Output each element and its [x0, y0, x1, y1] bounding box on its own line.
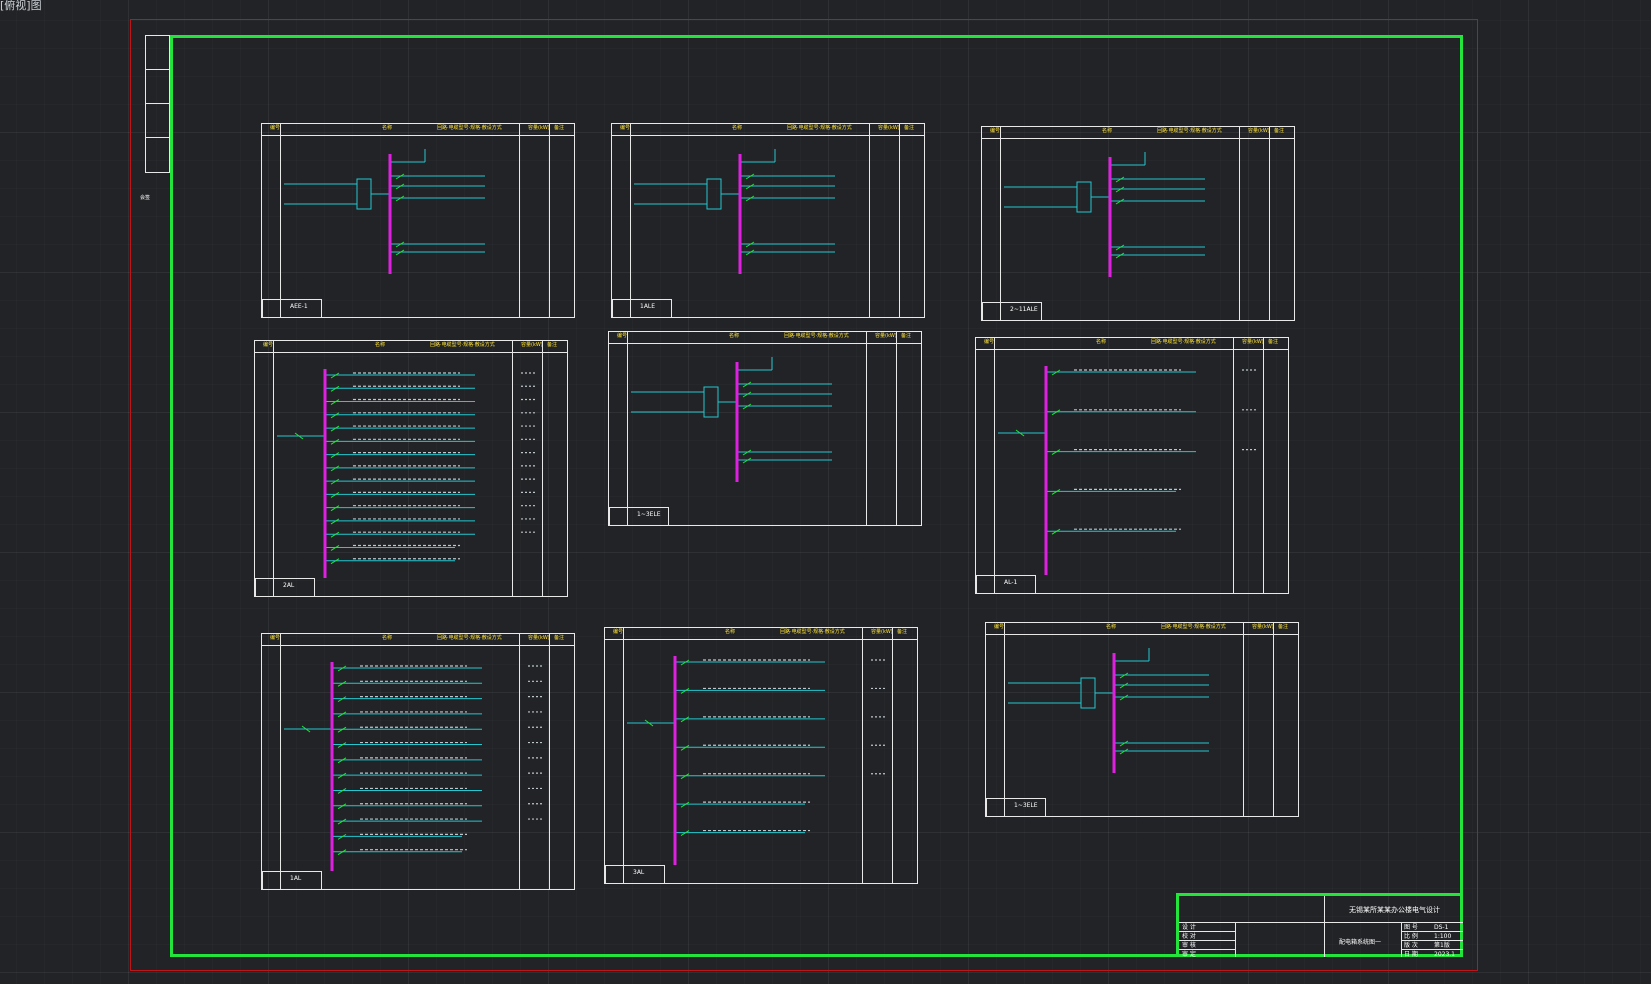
breaker-symbol: [330, 518, 340, 525]
breaker-symbol: [330, 452, 340, 459]
tb-divider: [1324, 896, 1325, 957]
breaker-symbol: [337, 788, 347, 794]
binding-margin-table: [145, 35, 170, 173]
panel-name: 1~3ELE: [637, 511, 661, 518]
distribution-panel-9[interactable]: 编号 名称 回路·电缆型号·规格·敷设方式 容量(kW) 备注 1~3ELE: [985, 622, 1299, 817]
tb-row: 设 计: [1182, 924, 1196, 931]
single-line-diagram: [634, 149, 835, 274]
single-line-diagram: [631, 357, 832, 482]
panel-name: 3AL: [633, 869, 645, 876]
breaker-symbol: [330, 531, 340, 538]
distribution-panel-6[interactable]: 编号 名称 回路·电缆型号·规格·敷设方式 容量(kW) 备注 AL-1: [975, 337, 1289, 594]
tb-divider: [1235, 922, 1236, 957]
ats-switch: [706, 178, 722, 210]
breaker-symbol: [337, 711, 347, 718]
breaker-symbol: [680, 773, 690, 780]
distribution-panel-8[interactable]: 编号 名称 回路·电缆型号·规格·敷设方式 容量(kW) 备注 3AL: [604, 627, 918, 884]
tb-divider: [1179, 931, 1235, 932]
tb-field: 比 例: [1404, 933, 1418, 940]
panel-name: 1ALE: [640, 303, 656, 310]
tb-divider: [1401, 949, 1463, 950]
panel-name: 2AL: [283, 582, 295, 589]
cad-viewport[interactable]: [俯视]图 会签 编号 名称 回路·电缆型号·规格·敷设方式 容量(kW) 备注 AEE-…: [0, 0, 1651, 984]
breaker-symbol: [1051, 528, 1061, 535]
binding-cell: [146, 70, 169, 104]
distribution-panel-4[interactable]: 编号 名称 回路·电缆型号·规格·敷设方式 容量(kW) 备注 2AL: [254, 340, 568, 597]
distribution-panel-1[interactable]: 编号 名称 回路·电缆型号·规格·敷设方式 容量(kW) 备注 AEE-1: [261, 123, 575, 318]
tb-drawing: 配电箱系统图一: [1339, 939, 1382, 946]
breaker-symbol: [1051, 449, 1061, 456]
tb-row: 校 对: [1182, 933, 1196, 940]
tb-field: 图 号: [1404, 924, 1418, 931]
ats-switch: [356, 178, 372, 210]
tb-row: 审 定: [1182, 951, 1196, 958]
panel-name: AEE-1: [290, 303, 308, 310]
binding-cell: [146, 104, 169, 138]
distribution-panel-2[interactable]: 编号 名称 回路·电缆型号·规格·敷设方式 容量(kW) 备注 1ALE: [611, 123, 925, 318]
ats-switch: [1080, 677, 1096, 709]
single-line-diagram: [1004, 152, 1205, 277]
tb-divider: [1179, 922, 1463, 923]
breaker-symbol: [330, 545, 340, 551]
binding-cell: [146, 138, 169, 171]
binding-cell: [146, 36, 169, 70]
tb-divider: [1401, 931, 1463, 932]
breaker-symbol: [330, 438, 340, 445]
panel-name: 1~3ELE: [1014, 802, 1038, 809]
breaker-symbol: [337, 757, 347, 764]
breaker-symbol: [330, 505, 340, 512]
tb-value: DS-1: [1434, 924, 1449, 931]
title-block[interactable]: 无锡某所某某办公楼电气设计 配电箱系统图一 设 计 校 对 审 核 审 定 图 …: [1176, 893, 1463, 958]
distribution-panel-3[interactable]: 编号 名称 回路·电缆型号·规格·敷设方式 容量(kW) 备注 2~11ALE: [981, 126, 1295, 321]
single-line-diagram: [998, 366, 1256, 575]
breaker-symbol: [337, 849, 347, 856]
tb-value: 2023.1: [1434, 951, 1455, 958]
binding-label: 会签: [140, 195, 151, 201]
single-line-diagram: [627, 656, 885, 865]
panel-name: 2~11ALE: [1010, 306, 1038, 313]
single-line-diagram: [277, 369, 535, 578]
distribution-panel-7[interactable]: 编号 名称 回路·电缆型号·规格·敷设方式 容量(kW) 备注 1AL: [261, 633, 575, 890]
breaker-symbol: [680, 688, 690, 694]
ats-switch: [703, 386, 719, 418]
breaker-symbol: [337, 726, 347, 733]
ats-switch: [1076, 181, 1092, 213]
tb-value: 第1版: [1434, 942, 1450, 949]
distribution-panel-5[interactable]: 编号 名称 回路·电缆型号·规格·敷设方式 容量(kW) 备注 1~3ELE: [608, 331, 922, 526]
tb-divider: [1401, 940, 1463, 941]
tb-project: 无锡某所某某办公楼电气设计: [1349, 906, 1440, 914]
single-line-diagram: [284, 149, 485, 274]
tb-field: 日 期: [1404, 951, 1418, 958]
single-line-diagram: [1008, 648, 1209, 773]
panel-name: 1AL: [290, 875, 302, 882]
tb-divider: [1179, 949, 1235, 950]
single-line-diagram: [284, 662, 542, 871]
view-label[interactable]: [俯视]图: [0, 0, 42, 12]
tb-field: 版 次: [1404, 942, 1418, 949]
tb-row: 审 核: [1182, 942, 1196, 949]
tb-value: 1:100: [1434, 933, 1452, 940]
panel-name: AL-1: [1004, 579, 1018, 586]
breaker-symbol: [337, 833, 347, 840]
tb-divider: [1179, 940, 1235, 941]
